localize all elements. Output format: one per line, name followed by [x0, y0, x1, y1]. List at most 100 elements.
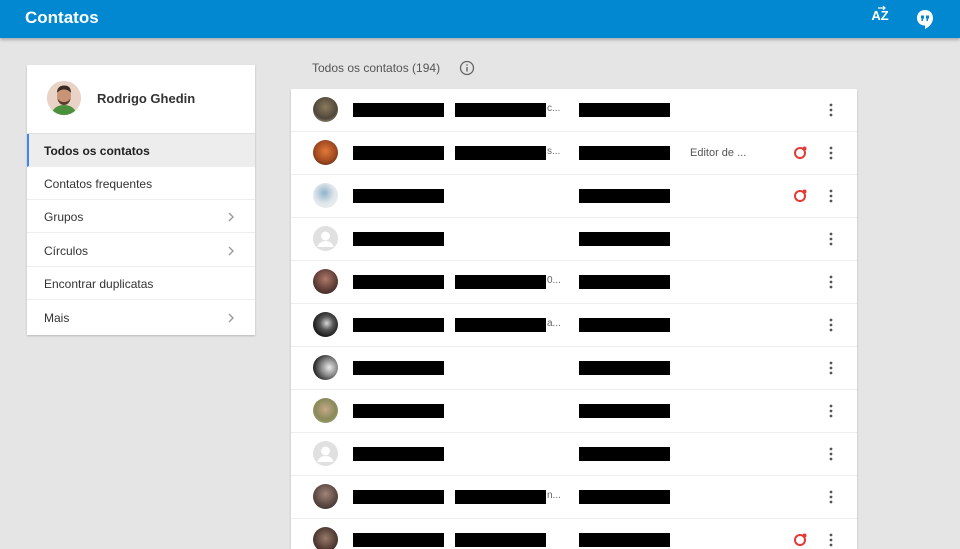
sidebar-item-frequent[interactable]: Contatos frequentes — [27, 167, 255, 200]
app-title[interactable]: Contatos — [25, 8, 99, 28]
table-row[interactable] — [291, 433, 857, 476]
sort-az-icon: AZ — [871, 5, 889, 23]
more-vert-icon[interactable] — [825, 231, 837, 247]
sidebar-item-groups[interactable]: Grupos — [27, 200, 255, 233]
more-vert-icon[interactable] — [825, 446, 837, 462]
chevron-right-icon — [228, 212, 234, 222]
contact-phone-redacted — [579, 318, 670, 332]
contact-name-redacted — [353, 318, 444, 332]
avatar[interactable] — [313, 398, 338, 423]
avatar[interactable] — [313, 140, 338, 165]
sort-button[interactable]: AZ — [866, 5, 894, 30]
avatar — [47, 81, 81, 115]
table-row[interactable] — [291, 519, 857, 549]
table-row[interactable] — [291, 390, 857, 433]
contact-phone-redacted — [579, 275, 670, 289]
avatar[interactable] — [313, 527, 338, 549]
email-trail: a... — [547, 318, 561, 329]
contact-name-redacted — [353, 404, 444, 418]
google-circles-icon[interactable] — [793, 145, 808, 160]
contact-email-redacted — [455, 533, 546, 547]
avatar[interactable] — [313, 97, 338, 122]
contact-name-redacted — [353, 533, 444, 547]
email-trail: s... — [547, 146, 561, 157]
email-trail: 0... — [547, 275, 561, 286]
more-vert-icon[interactable] — [825, 489, 837, 505]
avatar[interactable] — [313, 355, 338, 380]
more-vert-icon[interactable] — [825, 532, 837, 548]
sidebar-item-label: Círculos — [44, 244, 89, 258]
sidebar-item-find-duplicates[interactable]: Encontrar duplicatas — [27, 267, 255, 300]
default-avatar-icon — [317, 231, 334, 247]
chevron-right-icon — [228, 313, 234, 323]
table-row[interactable]: c... — [291, 89, 857, 132]
more-vert-icon[interactable] — [825, 145, 837, 161]
default-avatar-icon — [317, 446, 334, 462]
app-header: Contatos AZ — [0, 0, 960, 38]
hangouts-icon[interactable] — [914, 8, 936, 30]
table-row[interactable] — [291, 218, 857, 261]
contacts-list: c... s... Editor de ... 0... a... n... — [291, 89, 857, 549]
table-row[interactable] — [291, 175, 857, 218]
contact-phone-redacted — [579, 103, 670, 117]
sort-arrow-icon — [878, 5, 887, 11]
avatar[interactable] — [313, 484, 338, 509]
email-trail: n... — [547, 490, 561, 501]
contact-name-redacted — [353, 189, 444, 203]
contact-name-redacted — [353, 361, 444, 375]
email-trail: c... — [547, 103, 561, 114]
contact-email-redacted — [455, 275, 546, 289]
sidebar-item-label: Todos os contatos — [44, 144, 150, 158]
more-vert-icon[interactable] — [825, 403, 837, 419]
contact-phone-redacted — [579, 533, 670, 547]
contact-phone-redacted — [579, 447, 670, 461]
contact-phone-redacted — [579, 189, 670, 203]
contact-phone-redacted — [579, 490, 670, 504]
contact-name-redacted — [353, 103, 444, 117]
sidebar-item-label: Mais — [44, 311, 70, 325]
sidebar-item-all-contacts[interactable]: Todos os contatos — [27, 134, 255, 167]
avatar[interactable] — [313, 269, 338, 294]
contact-job: Editor de ... — [690, 147, 747, 159]
contact-phone-redacted — [579, 146, 670, 160]
sidebar-item-more[interactable]: Mais — [27, 301, 255, 334]
info-icon[interactable] — [459, 60, 475, 76]
sidebar-item-circles[interactable]: Círculos — [27, 234, 255, 267]
table-row[interactable]: a... — [291, 304, 857, 347]
avatar[interactable] — [313, 312, 338, 337]
avatar[interactable] — [313, 441, 338, 466]
google-circles-icon[interactable] — [793, 188, 808, 203]
list-title: Todos os contatos (194) — [312, 61, 441, 75]
more-vert-icon[interactable] — [825, 188, 837, 204]
table-row[interactable]: n... — [291, 476, 857, 519]
more-vert-icon[interactable] — [825, 274, 837, 290]
contact-phone-redacted — [579, 361, 670, 375]
chevron-right-icon — [228, 246, 234, 256]
more-vert-icon[interactable] — [825, 102, 837, 118]
sidebar-item-label: Grupos — [44, 210, 84, 224]
contact-name-redacted — [353, 490, 444, 504]
table-row[interactable] — [291, 347, 857, 390]
contact-name-redacted — [353, 447, 444, 461]
sidebar-item-label: Encontrar duplicatas — [44, 277, 154, 291]
more-vert-icon[interactable] — [825, 317, 837, 333]
table-row[interactable]: 0... — [291, 261, 857, 304]
contact-email-redacted — [455, 146, 546, 160]
sidebar-item-label: Contatos frequentes — [44, 177, 153, 191]
more-vert-icon[interactable] — [825, 360, 837, 376]
contact-email-redacted — [455, 490, 546, 504]
table-row[interactable]: s... Editor de ... — [291, 132, 857, 175]
contact-email-redacted — [455, 103, 546, 117]
avatar[interactable] — [313, 183, 338, 208]
avatar[interactable] — [313, 226, 338, 251]
profile-name: Rodrigo Ghedin — [97, 91, 196, 106]
contact-email-redacted — [455, 318, 546, 332]
contact-phone-redacted — [579, 232, 670, 246]
sidebar: Rodrigo Ghedin Todos os contatos Contato… — [27, 65, 255, 335]
profile-header[interactable]: Rodrigo Ghedin — [27, 65, 255, 134]
contact-name-redacted — [353, 232, 444, 246]
contact-name-redacted — [353, 146, 444, 160]
contact-phone-redacted — [579, 404, 670, 418]
contact-name-redacted — [353, 275, 444, 289]
user-photo-icon — [47, 81, 81, 115]
